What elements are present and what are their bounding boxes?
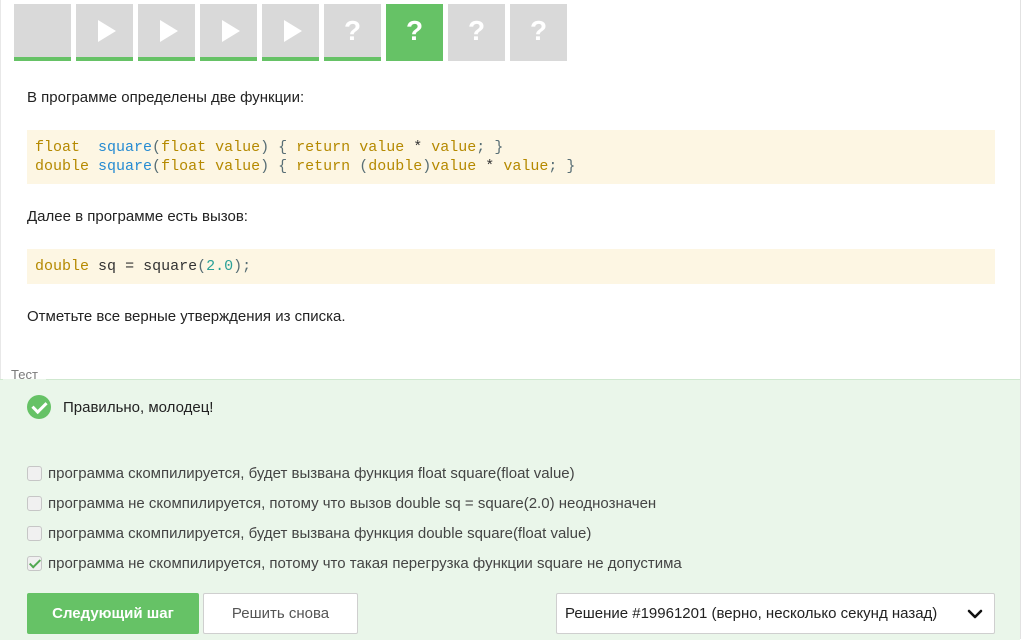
quiz-option-3[interactable]: программа скомпилируется, будет вызвана … [27, 523, 591, 543]
play-icon [97, 19, 116, 42]
check-circle-icon [27, 395, 51, 419]
option-label: программа не скомпилируется, потому что … [48, 494, 657, 512]
option-label: программа не скомпилируется, потому что … [48, 554, 682, 572]
code-block-call: double sq = square(2.0); [27, 249, 995, 284]
step-tab-5[interactable] [262, 4, 319, 61]
page-right-border [1020, 0, 1021, 639]
step-tab-3[interactable] [138, 4, 195, 61]
play-icon [221, 19, 240, 42]
question-icon: ? [467, 14, 486, 46]
code-line: double square(float value) { return (dou… [35, 158, 576, 175]
question-icon: ? [529, 14, 548, 46]
play-icon [159, 19, 178, 42]
quiz-option-2[interactable]: программа не скомпилируется, потому что … [27, 493, 656, 513]
intro-text: В программе определены две функции: [27, 89, 305, 106]
step-tab-1[interactable] [14, 4, 71, 61]
step-tab-7[interactable]: ? [386, 4, 443, 61]
play-icon [283, 19, 302, 42]
option-checkbox[interactable] [27, 525, 42, 541]
code-block-functions: float square(float value) { return value… [27, 130, 995, 184]
option-label: программа скомпилируется, будет вызвана … [48, 464, 575, 482]
code-line: double sq = square(2.0); [35, 258, 252, 275]
quiz-option-4[interactable]: программа не скомпилируется, потому что … [27, 553, 682, 573]
solution-select[interactable]: Решение #19961201 (верно, несколько секу… [556, 593, 995, 634]
step-tab-2[interactable] [76, 4, 133, 61]
middle-text: Далее в программе есть вызов: [27, 208, 248, 225]
step-navigation: ? ? ? ? [14, 4, 572, 61]
step-tab-6[interactable]: ? [324, 4, 381, 61]
status-message: Правильно, молодец! [63, 399, 214, 416]
quiz-option-1[interactable]: программа скомпилируется, будет вызвана … [27, 463, 575, 483]
question-icon: ? [343, 14, 362, 46]
solution-select-value: Решение #19961201 (верно, несколько секу… [565, 605, 938, 622]
chevron-down-icon [964, 603, 986, 625]
code-line: float square(float value) { return value… [35, 139, 504, 156]
prompt-text: Отметьте все верные утверждения из списк… [27, 308, 346, 325]
option-checkbox-checked[interactable] [27, 555, 42, 571]
option-checkbox[interactable] [27, 495, 42, 511]
option-label: программа скомпилируется, будет вызвана … [48, 524, 592, 542]
step-tab-8[interactable]: ? [448, 4, 505, 61]
question-icon: ? [405, 14, 424, 46]
step-tab-9[interactable]: ? [510, 4, 567, 61]
quiz-label: Тест [3, 367, 46, 382]
next-step-button[interactable]: Следующий шаг [27, 593, 199, 634]
retry-button[interactable]: Решить снова [203, 593, 358, 634]
step-tab-4[interactable] [200, 4, 257, 61]
option-checkbox[interactable] [27, 465, 42, 481]
